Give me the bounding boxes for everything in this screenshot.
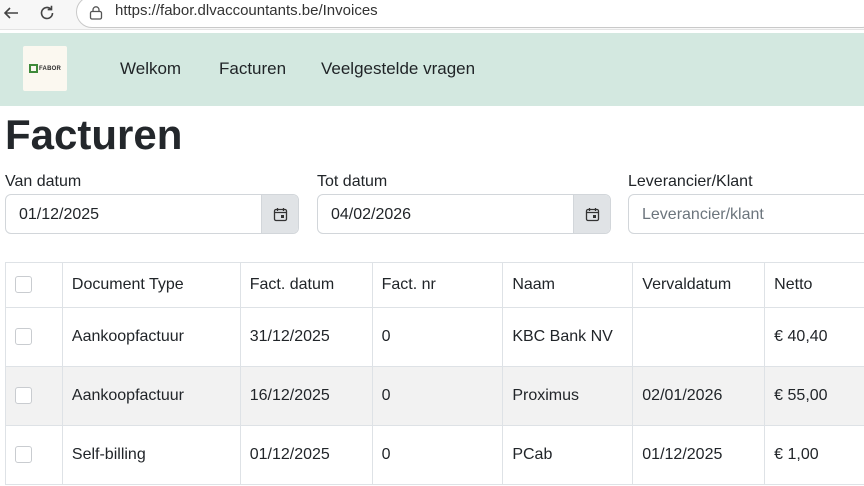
site-info-icon[interactable] bbox=[89, 6, 103, 20]
fabor-logo[interactable]: FABOR bbox=[23, 46, 67, 91]
to-date-calendar-button[interactable] bbox=[573, 195, 610, 233]
row-select-cell bbox=[5, 307, 63, 367]
app-navbar: FABOR Welkom Facturen Veelgestelde vrage… bbox=[0, 33, 864, 106]
nav-link-facturen[interactable]: Facturen bbox=[219, 59, 286, 79]
cell-fact-nr: 0 bbox=[371, 307, 504, 367]
cell-naam: PCab bbox=[502, 425, 634, 485]
address-bar[interactable]: https://fabor.dlvaccountants.be/Invoices bbox=[76, 0, 864, 28]
header-netto[interactable]: Netto bbox=[764, 262, 864, 308]
table-header-row: Document Type Fact. datum Fact. nr Naam … bbox=[5, 262, 864, 308]
calendar-icon bbox=[273, 207, 287, 221]
back-arrow-icon[interactable] bbox=[0, 2, 22, 24]
to-date-input[interactable]: 04/02/2026 bbox=[317, 194, 611, 234]
nav-link-welkom[interactable]: Welkom bbox=[120, 59, 181, 79]
url-text: https://fabor.dlvaccountants.be/Invoices bbox=[115, 2, 378, 19]
cell-netto: € 40,40 bbox=[764, 307, 864, 367]
header-document-type[interactable]: Document Type bbox=[61, 262, 241, 308]
cell-netto: € 1,00 bbox=[764, 425, 864, 485]
row-checkbox[interactable] bbox=[15, 387, 32, 405]
cell-document-type: Aankoopfactuur bbox=[61, 307, 241, 367]
select-all-checkbox[interactable] bbox=[15, 276, 32, 294]
invoices-table-wrapper: Document Type Fact. datum Fact. nr Naam … bbox=[5, 262, 864, 485]
supplier-placeholder: Leverancier/klant bbox=[642, 206, 764, 223]
cell-fact-datum: 31/12/2025 bbox=[239, 307, 373, 367]
cell-naam: Proximus bbox=[502, 366, 634, 426]
cell-document-type: Aankoopfactuur bbox=[61, 366, 241, 426]
table-row[interactable]: Aankoopfactuur 16/12/2025 0 Proximus 02/… bbox=[5, 366, 864, 426]
nav-link-faq[interactable]: Veelgestelde vragen bbox=[321, 59, 475, 79]
reload-icon[interactable] bbox=[36, 2, 58, 24]
row-select-cell bbox=[5, 425, 63, 485]
from-date-value: 01/12/2025 bbox=[19, 206, 100, 223]
supplier-label: Leverancier/Klant bbox=[628, 173, 753, 190]
cell-vervaldatum: 01/12/2025 bbox=[632, 425, 766, 485]
select-all-cell bbox=[5, 262, 63, 308]
browser-toolbar: https://fabor.dlvaccountants.be/Invoices bbox=[0, 0, 864, 30]
to-date-label: Tot datum bbox=[317, 173, 388, 190]
header-fact-datum[interactable]: Fact. datum bbox=[239, 262, 373, 308]
logo-text: FABOR bbox=[39, 65, 61, 72]
calendar-icon bbox=[585, 207, 599, 221]
header-naam[interactable]: Naam bbox=[502, 262, 634, 308]
cell-document-type: Self-billing bbox=[61, 425, 241, 485]
cell-vervaldatum: 02/01/2026 bbox=[632, 366, 766, 426]
table-row[interactable]: Self-billing 01/12/2025 0 PCab 01/12/202… bbox=[5, 425, 864, 485]
table-row[interactable]: Aankoopfactuur 31/12/2025 0 KBC Bank NV … bbox=[5, 307, 864, 367]
cell-fact-nr: 0 bbox=[371, 366, 504, 426]
cell-netto: € 55,00 bbox=[764, 366, 864, 426]
row-select-cell bbox=[5, 366, 63, 426]
cell-fact-datum: 16/12/2025 bbox=[239, 366, 373, 426]
header-vervaldatum[interactable]: Vervaldatum bbox=[632, 262, 766, 308]
to-date-value: 04/02/2026 bbox=[331, 206, 412, 223]
row-checkbox[interactable] bbox=[15, 328, 32, 346]
header-fact-nr[interactable]: Fact. nr bbox=[371, 262, 504, 308]
from-date-calendar-button[interactable] bbox=[261, 195, 298, 233]
invoices-table: Document Type Fact. datum Fact. nr Naam … bbox=[5, 262, 864, 485]
page-title: Facturen bbox=[5, 111, 183, 158]
cell-vervaldatum bbox=[632, 307, 766, 367]
cell-naam: KBC Bank NV bbox=[502, 307, 634, 367]
logo-mark-icon bbox=[29, 64, 38, 73]
row-checkbox[interactable] bbox=[15, 446, 32, 464]
from-date-label: Van datum bbox=[5, 173, 82, 190]
from-date-input[interactable]: 01/12/2025 bbox=[5, 194, 299, 234]
cell-fact-datum: 01/12/2025 bbox=[239, 425, 373, 485]
supplier-input[interactable]: Leverancier/klant bbox=[628, 194, 864, 234]
cell-fact-nr: 0 bbox=[371, 425, 504, 485]
